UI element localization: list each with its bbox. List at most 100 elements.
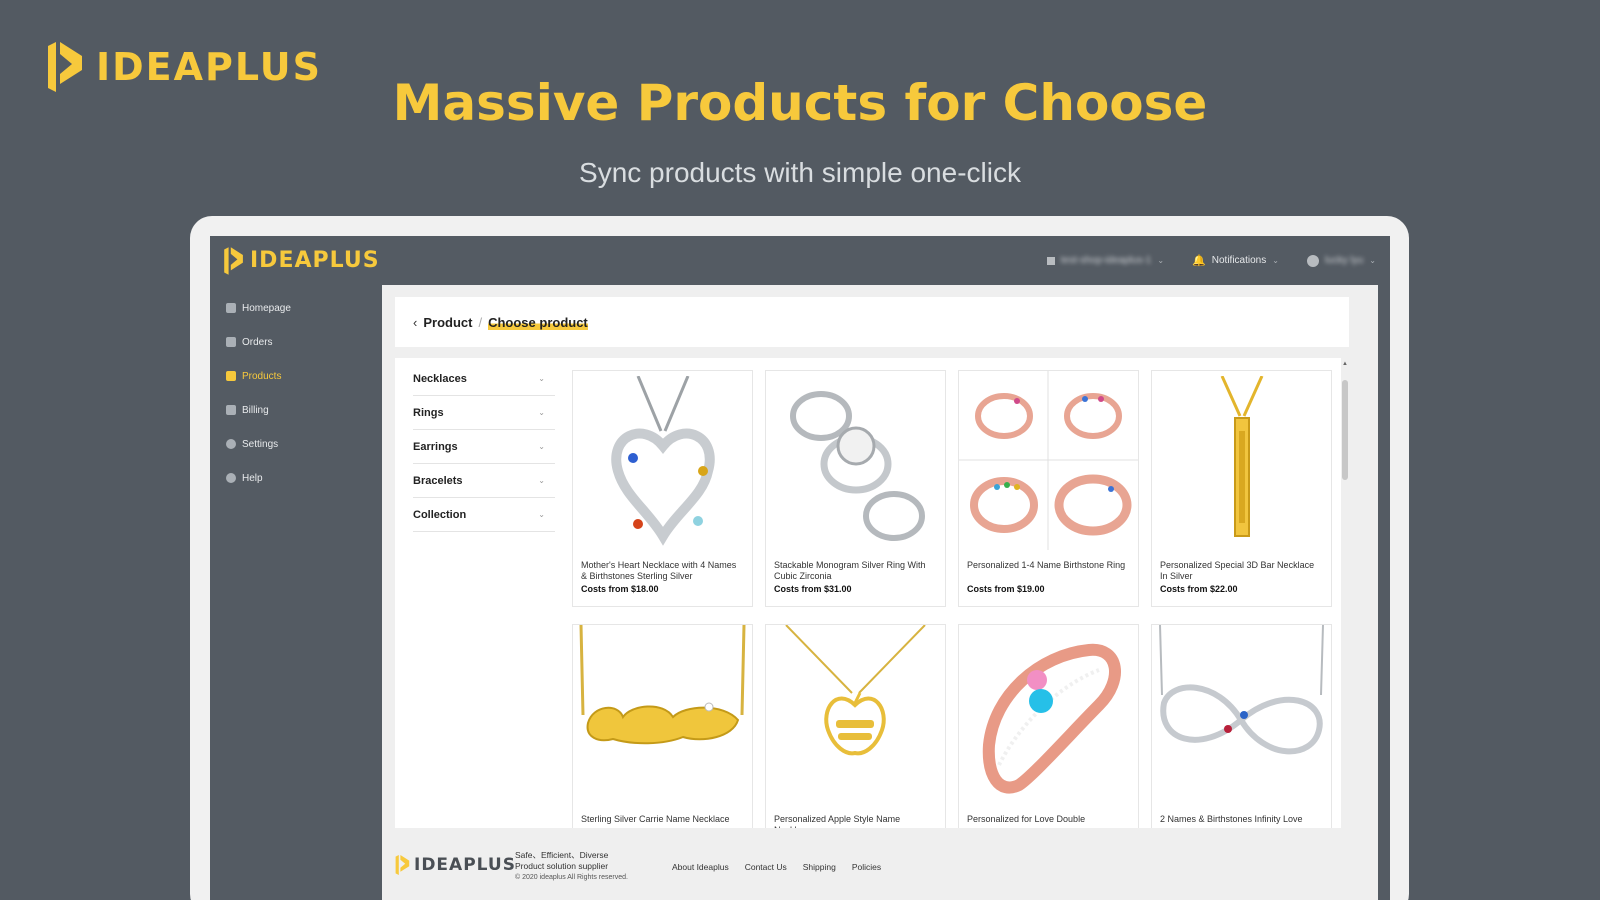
sidebar-item-products[interactable]: Products <box>210 359 382 393</box>
billing-icon <box>226 405 236 415</box>
category-collection[interactable]: Collection ⌄ <box>413 498 555 532</box>
footer-links: About Ideaplus Contact Us Shipping Polic… <box>672 862 881 872</box>
category-rings[interactable]: Rings ⌄ <box>413 396 555 430</box>
product-image <box>1152 371 1331 550</box>
shop-selector[interactable]: test-shop-ideaplus-1 ⌄ <box>1046 255 1165 266</box>
footer-link-contact[interactable]: Contact Us <box>745 862 787 872</box>
product-name: Personalized for Love Double <box>967 814 1086 824</box>
product-name: 2 Names & Birthstones Infinity Love <box>1160 814 1303 824</box>
product-card[interactable]: 2 Names & Birthstones Infinity Love <box>1151 624 1332 828</box>
sidebar-item-label: Settings <box>242 438 279 450</box>
scroll-thumb[interactable] <box>1342 380 1348 480</box>
breadcrumb-separator: / <box>478 314 483 330</box>
sidebar-item-label: Products <box>242 370 282 382</box>
category-earrings[interactable]: Earrings ⌄ <box>413 430 555 464</box>
product-card[interactable]: Stackable Monogram Silver Ring With Cubi… <box>765 370 946 607</box>
app-screen: IDEAPLUS test-shop-ideaplus-1 ⌄ 🔔 Notifi… <box>210 236 1390 900</box>
category-list: Necklaces ⌄ Rings ⌄ Earrings ⌄ Bracelets ⌄ C… <box>413 362 555 532</box>
product-card[interactable]: Mother's Heart Necklace with 4 Names & B… <box>572 370 753 607</box>
sidebar: Homepage Orders Products Billing Setting… <box>210 285 382 900</box>
scroll-up-icon[interactable]: ▲ <box>1341 360 1349 368</box>
category-label: Rings <box>413 406 444 419</box>
product-name: Personalized 1-4 Name Birthstone Ring <box>967 560 1126 570</box>
product-card[interactable]: Personalized Special 3D Bar Necklace In … <box>1151 370 1332 607</box>
main-content: ‹ Product / Choose product Necklaces ⌄ Ri… <box>382 285 1378 900</box>
sidebar-item-homepage[interactable]: Homepage <box>210 291 382 325</box>
notifications-menu[interactable]: 🔔 Notifications ⌄ <box>1192 254 1279 267</box>
hero-subtitle: Sync products with simple one-click <box>579 157 1021 188</box>
category-necklaces[interactable]: Necklaces ⌄ <box>413 362 555 396</box>
avatar-icon <box>1306 254 1319 267</box>
sidebar-item-settings[interactable]: Settings <box>210 427 382 461</box>
notifications-label: Notifications <box>1211 255 1267 266</box>
footer-tagline-line2: Product solution supplier <box>515 861 609 871</box>
chevron-down-icon: ⌄ <box>1272 256 1279 265</box>
product-cost: Costs from $31.00 <box>774 584 852 594</box>
footer-logo: IDEAPLUS <box>394 854 516 876</box>
category-label: Collection <box>413 508 467 521</box>
app-logo-text: IDEAPLUS <box>250 248 380 273</box>
product-name: Stackable Monogram Silver Ring With Cubi… <box>774 560 926 581</box>
footer-copyright: © 2020 ideaplus All Rights reserved. <box>515 874 628 881</box>
footer-link-shipping[interactable]: Shipping <box>803 862 836 872</box>
app-topbar: IDEAPLUS test-shop-ideaplus-1 ⌄ 🔔 Notifi… <box>210 236 1390 285</box>
product-card[interactable]: Personalized Apple Style Name Necklace <box>765 624 946 828</box>
product-image <box>766 625 945 804</box>
product-image <box>766 371 945 550</box>
user-menu[interactable]: lucky lyu ⌄ <box>1306 254 1376 267</box>
footer-tagline-line1: Safe、Efficient、Diverse <box>515 850 609 860</box>
category-label: Earrings <box>413 440 458 453</box>
sidebar-item-label: Billing <box>242 404 269 416</box>
product-browser: Necklaces ⌄ Rings ⌄ Earrings ⌄ Bracelets ⌄ C… <box>395 358 1349 828</box>
category-label: Necklaces <box>413 372 467 385</box>
chevron-down-icon: ⌄ <box>538 408 545 417</box>
product-image <box>959 371 1138 550</box>
sidebar-item-billing[interactable]: Billing <box>210 393 382 427</box>
home-icon <box>226 303 236 313</box>
device-frame: IDEAPLUS test-shop-ideaplus-1 ⌄ 🔔 Notifi… <box>190 216 1409 900</box>
category-bracelets[interactable]: Bracelets ⌄ <box>413 464 555 498</box>
chevron-down-icon: ⌄ <box>1369 256 1376 265</box>
product-image <box>1152 625 1331 804</box>
footer: IDEAPLUS Safe、Efficient、Diverse Product … <box>382 828 1378 900</box>
product-cost: Costs from $22.00 <box>1160 584 1238 594</box>
chevron-down-icon: ⌄ <box>538 510 545 519</box>
ideaplus-logo-icon <box>224 246 243 275</box>
app-logo[interactable]: IDEAPLUS <box>222 246 380 276</box>
shop-icon <box>1046 256 1055 265</box>
product-name: Personalized Special 3D Bar Necklace In … <box>1160 560 1315 581</box>
product-name: Personalized Apple Style Name Necklace <box>774 814 901 828</box>
product-card[interactable]: Sterling Silver Carrie Name Necklace <box>572 624 753 828</box>
sidebar-item-label: Homepage <box>242 302 291 314</box>
product-card[interactable]: Personalized 1-4 Name Birthstone Ring Co… <box>958 370 1139 607</box>
sidebar-item-orders[interactable]: Orders <box>210 325 382 359</box>
user-label: lucky lyu <box>1324 255 1364 266</box>
topbar-actions: test-shop-ideaplus-1 ⌄ 🔔 Notifications ⌄… <box>1046 236 1376 285</box>
breadcrumb-current: Choose product <box>488 314 588 330</box>
chevron-down-icon: ⌄ <box>538 374 545 383</box>
footer-link-about[interactable]: About Ideaplus <box>672 862 729 872</box>
product-image <box>959 625 1138 804</box>
product-cost: Costs from $19.00 <box>967 584 1045 594</box>
gear-icon <box>226 439 236 449</box>
chevron-down-icon: ⌄ <box>538 442 545 451</box>
product-image <box>573 625 752 804</box>
product-name: Mother's Heart Necklace with 4 Names & B… <box>581 560 737 581</box>
breadcrumb: ‹ Product / Choose product <box>395 297 1349 347</box>
chevron-down-icon: ⌄ <box>1157 256 1165 265</box>
ideaplus-logo-icon <box>395 855 410 875</box>
breadcrumb-product-link[interactable]: Product <box>423 315 472 330</box>
sidebar-item-label: Help <box>242 472 263 484</box>
product-cost: Costs from $18.00 <box>581 584 659 594</box>
footer-logo-text: IDEAPLUS <box>414 855 516 875</box>
product-card[interactable]: Personalized for Love Double <box>958 624 1139 828</box>
box-icon <box>226 371 236 381</box>
sidebar-item-label: Orders <box>242 336 273 348</box>
sidebar-item-help[interactable]: Help <box>210 461 382 495</box>
chevron-down-icon: ⌄ <box>538 476 545 485</box>
shop-label: test-shop-ideaplus-1 <box>1060 255 1152 266</box>
help-icon <box>226 473 236 483</box>
back-arrow-icon[interactable]: ‹ <box>413 315 417 330</box>
footer-link-policies[interactable]: Policies <box>852 862 881 872</box>
scrollbar[interactable]: ▲ ▼ <box>1341 358 1349 828</box>
